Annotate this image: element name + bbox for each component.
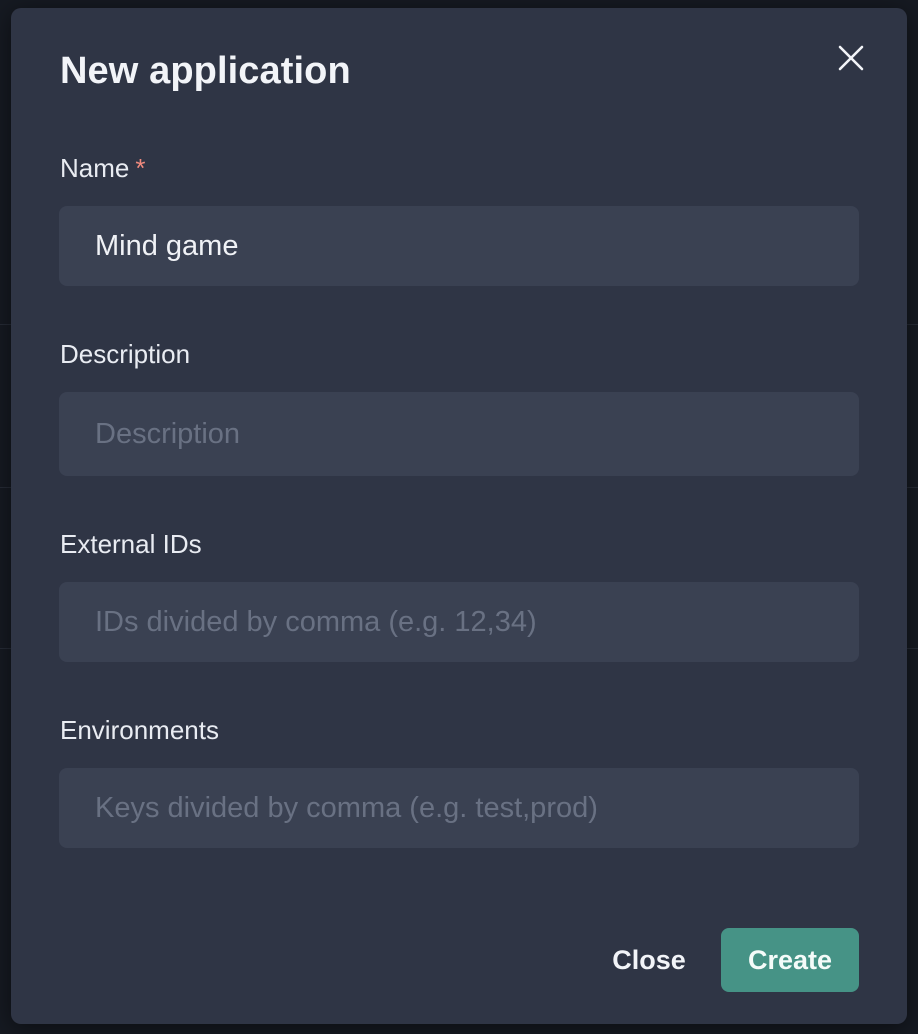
modal-title: New application (60, 50, 351, 92)
external-ids-label: External IDs (60, 529, 202, 559)
description-label: Description (60, 339, 191, 369)
description-input[interactable]: Description (59, 392, 859, 476)
new-application-modal: New application Name * Mind game Descript… (11, 8, 907, 1024)
external-ids-input[interactable]: IDs divided by comma (e.g. 12,34) (59, 582, 859, 662)
name-label-text: Name (60, 153, 130, 183)
description-placeholder: Description (95, 417, 241, 450)
external-ids-placeholder: IDs divided by comma (e.g. 12,34) (95, 605, 537, 638)
create-button[interactable]: Create (721, 928, 859, 992)
name-input[interactable]: Mind game (59, 206, 859, 286)
name-label: Name * (60, 153, 145, 184)
name-input-value: Mind game (95, 229, 239, 262)
environments-input[interactable]: Keys divided by comma (e.g. test,prod) (59, 768, 859, 848)
close-button[interactable]: Close (594, 928, 704, 992)
required-indicator: * (135, 153, 146, 183)
close-icon[interactable] (833, 40, 869, 76)
environments-label: Environments (60, 715, 219, 745)
environments-placeholder: Keys divided by comma (e.g. test,prod) (95, 791, 598, 824)
